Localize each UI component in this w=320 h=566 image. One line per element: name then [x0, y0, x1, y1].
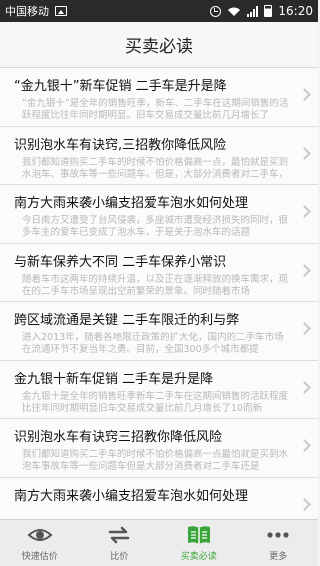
tab-must-read[interactable]: 买卖必读 — [159, 520, 239, 566]
article-title: 金九银十新车促销 二手车是升是降 — [14, 371, 214, 387]
more-dots-icon — [267, 532, 289, 538]
article-item[interactable]: “金九银十”新车促销 二手车是升是降 “金九银十”是全年的销售旺季，新车、二手车… — [0, 68, 318, 127]
article-title: 识别泡水车有诀窍三招教你降低风险 — [14, 430, 223, 445]
tab-label: 买卖必读 — [180, 552, 217, 562]
chevron-right-icon — [298, 497, 311, 511]
article-item[interactable]: 跨区域流通是关键 二手车限迁的利与弊 进入2013年，随着各地限迁政策的扩大化，… — [0, 302, 318, 361]
page-title: 买卖必读 — [125, 37, 193, 57]
tab-label: 更多 — [269, 552, 288, 562]
article-item[interactable]: 南方大雨来袭小编支招爱车泡水如何处理 今日南方又遭受了台风侵袭，多座城市遭受经济… — [0, 185, 318, 244]
bottom-tab-bar: 快速估价 比价 买卖必读 更多 — [0, 519, 318, 566]
tab-more[interactable]: 更多 — [239, 520, 319, 566]
alarm-icon — [210, 5, 222, 17]
article-title: 南方大雨来袭小编支招爱车泡水如何处理 — [14, 488, 249, 504]
book-icon — [187, 526, 210, 544]
chevron-right-icon — [298, 322, 311, 335]
article-summary: 我们都知道购买二手车的时候不怕价格偏高一点最怕就是买到水泡车事故车等一些问题车但… — [22, 449, 289, 472]
swap-icon — [109, 526, 130, 544]
article-item[interactable]: 金九银十新车促销 二手车是升是降 金九银十是全年的销售旺季新车二手车在这期间销售… — [0, 360, 318, 419]
page-header: 买卖必读 — [0, 22, 318, 68]
chevron-right-icon — [298, 146, 311, 160]
carrier-label: 中国移动 — [5, 5, 49, 18]
article-summary — [14, 508, 292, 520]
status-bar: 中国移动 16:20 — [0, 0, 318, 22]
clock-time: 16:20 — [278, 4, 313, 18]
chevron-right-icon — [298, 380, 311, 394]
tab-quick-valuation[interactable]: 快速估价 — [0, 520, 80, 566]
article-item[interactable]: 识别泡水车有诀窍,三招教你降低风险 我们都知道购买二手车的时候不怕价格偏高一点，… — [0, 126, 318, 185]
article-item[interactable]: 与新车保养大不同 二手车保养小常识 随着车市这两年的持续升温，以及正在逐渐释放的… — [0, 243, 318, 302]
signal-icon — [247, 5, 259, 17]
article-item[interactable]: 识别泡水车有诀窍三招教你降低风险 我们都知道购买二手车的时候不怕价格偏高一点最怕… — [0, 419, 318, 478]
article-summary: “金九银十”是全年的销售旺季，新车、二手车在这期间销售的活跃程度比往年同时期明显… — [22, 98, 289, 121]
tab-label: 比价 — [110, 552, 129, 562]
chevron-right-icon — [298, 88, 311, 101]
chevron-right-icon — [298, 205, 311, 218]
article-summary: 进入2013年，随着各地限迁政策的扩大化，国内的二手车市场在流通环节不复当年之勇… — [22, 332, 284, 355]
chevron-right-icon — [298, 263, 311, 277]
article-summary: 我们都知道购买二手车的时候不怕价格偏高一点，最怕就是买到水泡车、事故车等一些问题… — [22, 156, 289, 180]
article-title: 识别泡水车有诀窍,三招教你降低风险 — [14, 137, 227, 153]
tab-label: 快速估价 — [21, 552, 58, 562]
article-title: 南方大雨来袭小编支招爱车泡水如何处理 — [14, 196, 249, 211]
tab-compare-price[interactable]: 比价 — [80, 520, 160, 566]
article-summary: 金九银十是全年的销售旺季新车二手车在这期间销售的活跃程度比往年同时期明显旧车交易… — [22, 390, 289, 414]
article-title: “金九银十”新车促销 二手车是升是降 — [14, 79, 227, 94]
image-notification-icon — [55, 6, 67, 16]
eye-icon — [27, 529, 53, 541]
chevron-right-icon — [298, 439, 311, 452]
article-item[interactable]: 南方大雨来袭小编支招爱车泡水如何处理 — [0, 477, 318, 520]
article-summary: 随着车市这两年的持续升温，以及正在逐渐释放的换车需求，现在的二手车市场呈现出空前… — [22, 273, 289, 297]
battery-icon — [264, 5, 273, 17]
article-title: 跨区域流通是关键 二手车限迁的利与弊 — [14, 313, 240, 328]
article-list[interactable]: “金九银十”新车促销 二手车是升是降 “金九银十”是全年的销售旺季，新车、二手车… — [0, 68, 318, 519]
wifi-icon — [228, 7, 241, 16]
article-summary: 今日南方又遭受了台风侵袭，多座城市遭受经济损失的同时，很多车主的爱车已变成了泡水… — [22, 215, 289, 238]
article-title: 与新车保养大不同 二手车保养小常识 — [14, 254, 227, 270]
